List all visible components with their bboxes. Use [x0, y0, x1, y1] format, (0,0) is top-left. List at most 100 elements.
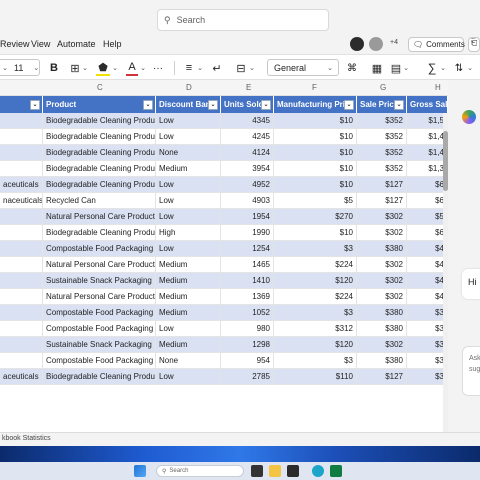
- filter-dropdown-icon[interactable]: ⌄: [143, 100, 153, 110]
- avatar[interactable]: [350, 37, 364, 51]
- table-cell-sale[interactable]: $380: [357, 241, 407, 257]
- table-cell-product[interactable]: Compostable Food Packaging: [43, 305, 156, 321]
- table-cell-gross[interactable]: $1,4: [407, 129, 448, 145]
- table-cell-band[interactable]: Medium: [156, 257, 221, 273]
- table-cell-units[interactable]: 1990: [221, 225, 274, 241]
- menu-item-view[interactable]: View: [31, 39, 50, 49]
- column-letter[interactable]: G: [380, 83, 386, 92]
- spreadsheet-grid[interactable]: C D E F G H ⌄ Product ⌄ Discount Band ⌄ Un…: [0, 80, 448, 432]
- chevron-down-icon[interactable]: ⌄: [439, 60, 447, 76]
- chevron-down-icon[interactable]: ⌄: [248, 60, 256, 76]
- more-options-button[interactable]: ···: [151, 60, 165, 76]
- wrap-text-icon[interactable]: ↵: [210, 60, 224, 76]
- table-cell-units[interactable]: 1052: [221, 305, 274, 321]
- scrollbar-thumb[interactable]: [443, 131, 448, 191]
- filter-dropdown-icon[interactable]: ⌄: [261, 100, 271, 110]
- table-cell-band[interactable]: Medium: [156, 337, 221, 353]
- table-cell-sale[interactable]: $302: [357, 209, 407, 225]
- table-cell-sale[interactable]: $302: [357, 257, 407, 273]
- align-left-icon[interactable]: ≡: [182, 60, 196, 76]
- table-cell-sale[interactable]: $380: [357, 353, 407, 369]
- table-cell-units[interactable]: 1298: [221, 337, 274, 353]
- table-cell-sale[interactable]: $352: [357, 145, 407, 161]
- table-cell-seg[interactable]: [0, 113, 43, 129]
- table-cell-product[interactable]: Compostable Food Packaging: [43, 321, 156, 337]
- filter-dropdown-icon[interactable]: ⌄: [394, 100, 404, 110]
- header-cell-discount-band[interactable]: Discount Band ⌄: [156, 96, 221, 113]
- header-cell-product[interactable]: Product ⌄: [43, 96, 156, 113]
- table-cell-band[interactable]: Low: [156, 241, 221, 257]
- number-format-dropdown[interactable]: General ⌄: [267, 59, 339, 76]
- table-cell-product[interactable]: Sustainable Snack Packaging: [43, 337, 156, 353]
- table-cell-units[interactable]: 4124: [221, 145, 274, 161]
- table-cell-seg[interactable]: [0, 241, 43, 257]
- collaborator-count[interactable]: +4: [390, 39, 398, 46]
- table-cell-seg[interactable]: [0, 161, 43, 177]
- bold-button[interactable]: B: [48, 60, 60, 76]
- table-cell-sale[interactable]: $352: [357, 113, 407, 129]
- filter-dropdown-icon[interactable]: ⌄: [208, 100, 218, 110]
- table-cell-units[interactable]: 954: [221, 353, 274, 369]
- table-cell-band[interactable]: Low: [156, 129, 221, 145]
- table-cell-seg[interactable]: [0, 273, 43, 289]
- table-cell-sale[interactable]: $380: [357, 305, 407, 321]
- table-cell-mfg[interactable]: $10: [274, 113, 357, 129]
- vertical-scrollbar[interactable]: [443, 113, 448, 432]
- merge-cells-icon[interactable]: ⊟: [234, 60, 248, 76]
- table-cell-seg[interactable]: aceuticals: [0, 177, 43, 193]
- table-cell-gross[interactable]: $5: [407, 209, 448, 225]
- table-cell-units[interactable]: 980: [221, 321, 274, 337]
- table-cell-gross[interactable]: $1,3: [407, 161, 448, 177]
- table-cell-gross[interactable]: $4: [407, 241, 448, 257]
- table-cell-gross[interactable]: $1,4: [407, 145, 448, 161]
- column-letter[interactable]: H: [435, 83, 441, 92]
- header-cell-segment[interactable]: ⌄: [0, 96, 43, 113]
- header-cell-gross-sales[interactable]: Gross Sales: [407, 96, 448, 113]
- table-cell-mfg[interactable]: $10: [274, 161, 357, 177]
- table-cell-seg[interactable]: [0, 145, 43, 161]
- table-cell-gross[interactable]: $4: [407, 273, 448, 289]
- header-cell-sale-price[interactable]: Sale Price ⌄: [357, 96, 407, 113]
- table-cell-mfg[interactable]: $3: [274, 241, 357, 257]
- chevron-down-icon[interactable]: ⌄: [466, 60, 474, 76]
- table-cell-units[interactable]: 1465: [221, 257, 274, 273]
- table-cell-mfg[interactable]: $10: [274, 177, 357, 193]
- table-cell-band[interactable]: Low: [156, 177, 221, 193]
- table-cell-band[interactable]: Medium: [156, 305, 221, 321]
- table-cell-sale[interactable]: $302: [357, 273, 407, 289]
- table-cell-sale[interactable]: $302: [357, 337, 407, 353]
- table-cell-band[interactable]: Low: [156, 369, 221, 385]
- table-cell-units[interactable]: 1410: [221, 273, 274, 289]
- table-cell-product[interactable]: Compostable Food Packaging: [43, 241, 156, 257]
- table-format-icon[interactable]: ▤: [389, 60, 403, 76]
- table-cell-band[interactable]: High: [156, 225, 221, 241]
- comments-button[interactable]: 🗨 Comments: [408, 37, 465, 52]
- table-cell-units[interactable]: 1254: [221, 241, 274, 257]
- share-button[interactable]: ⎗: [468, 37, 480, 52]
- borders-icon[interactable]: ⊞: [69, 60, 81, 76]
- table-cell-sale[interactable]: $302: [357, 289, 407, 305]
- conditional-format-icon[interactable]: ▦: [370, 60, 384, 76]
- table-cell-mfg[interactable]: $120: [274, 337, 357, 353]
- column-letter[interactable]: D: [186, 83, 192, 92]
- chevron-down-icon[interactable]: ⌄: [196, 60, 204, 76]
- table-cell-seg[interactable]: [0, 257, 43, 273]
- table-cell-units[interactable]: 3954: [221, 161, 274, 177]
- table-cell-band[interactable]: Medium: [156, 289, 221, 305]
- taskbar-search[interactable]: ⚲ Search: [156, 465, 244, 477]
- sort-filter-icon[interactable]: ⇅: [452, 60, 466, 76]
- table-cell-band[interactable]: None: [156, 353, 221, 369]
- table-cell-sale[interactable]: $352: [357, 161, 407, 177]
- table-cell-gross[interactable]: $6: [407, 193, 448, 209]
- table-cell-seg[interactable]: [0, 129, 43, 145]
- table-cell-product[interactable]: Natural Personal Care Products: [43, 209, 156, 225]
- font-size-dropdown[interactable]: 11 ⌄: [0, 59, 40, 76]
- table-cell-product[interactable]: Natural Personal Care Products: [43, 289, 156, 305]
- sheet-tab[interactable]: kbook Statistics: [2, 435, 51, 442]
- table-cell-units[interactable]: 4245: [221, 129, 274, 145]
- table-cell-gross[interactable]: $4: [407, 289, 448, 305]
- table-cell-sale[interactable]: $352: [357, 129, 407, 145]
- avatar[interactable]: [369, 37, 383, 51]
- table-cell-mfg[interactable]: $3: [274, 305, 357, 321]
- table-cell-mfg[interactable]: $10: [274, 145, 357, 161]
